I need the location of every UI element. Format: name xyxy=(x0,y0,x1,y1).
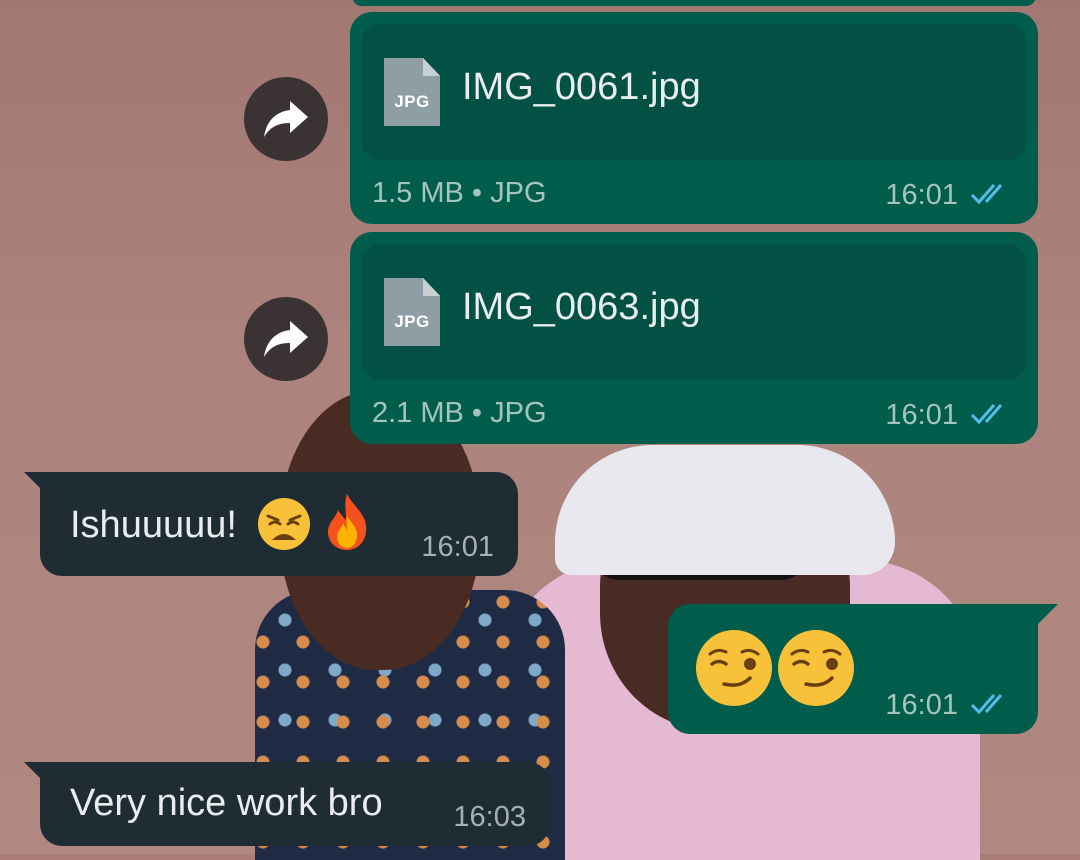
double-check-icon xyxy=(970,694,1003,715)
file-meta: 1.5 MB • JPG xyxy=(372,177,547,209)
winking-face-emoji xyxy=(778,630,854,706)
wallpaper-photo-cap xyxy=(555,445,895,575)
outgoing-bubble-tail xyxy=(1036,604,1058,626)
file-message-bubble[interactable]: JPG IMG_0061.jpg 1.5 MB • JPG 16:01 xyxy=(350,12,1038,224)
file-meta: 2.1 MB • JPG xyxy=(372,397,547,429)
forward-button[interactable] xyxy=(244,77,328,161)
message-time: 16:01 xyxy=(885,399,958,431)
message-text: Ishuuuuu! xyxy=(70,504,237,546)
file-preview-card[interactable]: JPG IMG_0063.jpg xyxy=(362,244,1026,380)
message-time: 16:01 xyxy=(885,689,958,721)
outgoing-message-bubble[interactable]: 16:01 xyxy=(668,604,1038,734)
message-time: 16:01 xyxy=(421,531,494,563)
forward-arrow-icon xyxy=(264,101,308,137)
fire-emoji xyxy=(328,494,367,550)
message-text: Very nice work bro xyxy=(70,782,383,824)
winking-face-emoji xyxy=(696,630,772,706)
forward-arrow-icon xyxy=(264,321,308,357)
forward-button[interactable] xyxy=(244,297,328,381)
message-time: 16:01 xyxy=(885,179,958,211)
file-message-bubble[interactable]: JPG IMG_0063.jpg 2.1 MB • JPG 16:01 xyxy=(350,232,1038,444)
file-type-badge: JPG xyxy=(394,312,430,331)
double-check-icon xyxy=(970,184,1003,205)
double-check-icon xyxy=(970,404,1003,425)
incoming-message-bubble[interactable]: Very nice work bro 16:03 xyxy=(40,762,550,846)
file-type-badge: JPG xyxy=(394,92,430,111)
file-name: IMG_0061.jpg xyxy=(462,66,701,108)
weary-face-emoji xyxy=(258,498,310,550)
message-time: 16:03 xyxy=(453,801,526,833)
file-preview-card[interactable]: JPG IMG_0061.jpg xyxy=(362,24,1026,160)
previous-message-bubble-edge xyxy=(352,0,1036,6)
incoming-message-bubble[interactable]: Ishuuuuu! 16:01 xyxy=(40,472,518,576)
file-name: IMG_0063.jpg xyxy=(462,286,701,328)
